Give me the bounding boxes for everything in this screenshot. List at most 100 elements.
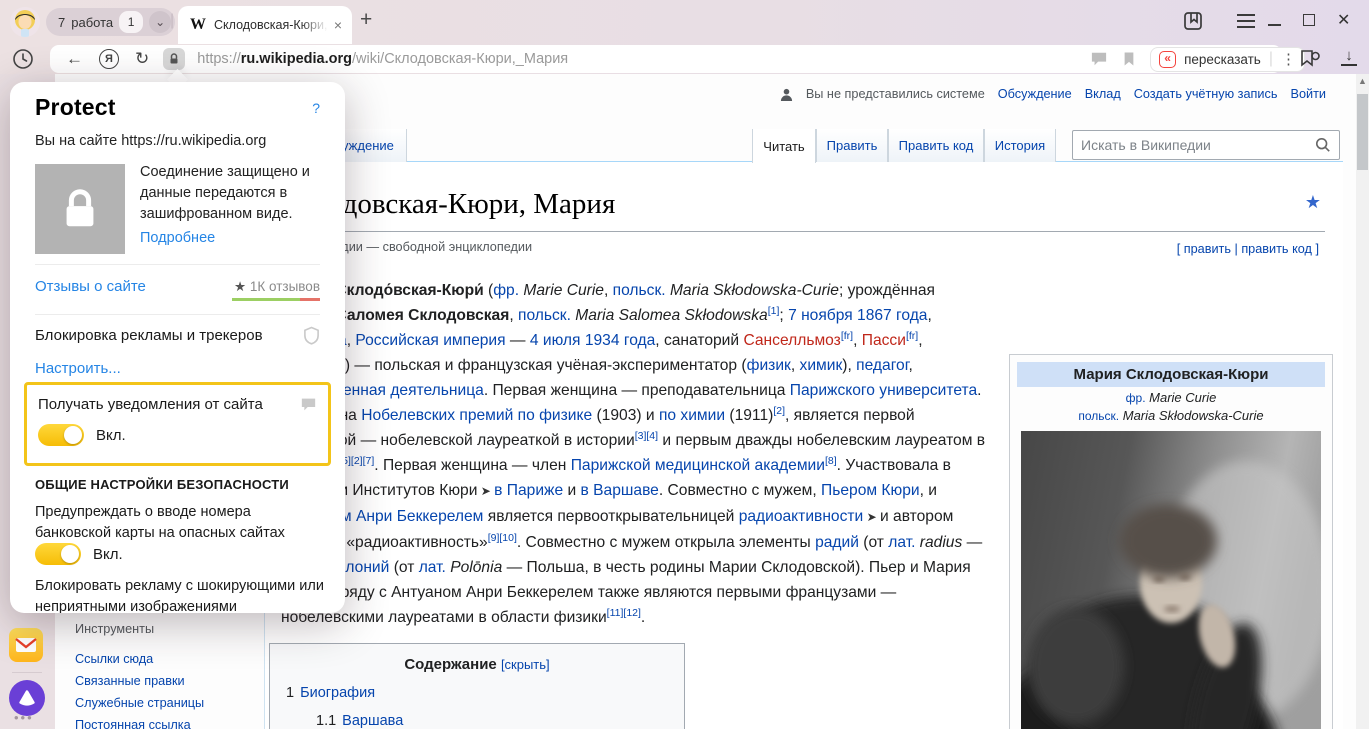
tab-edit[interactable]: Править <box>816 129 888 162</box>
more-options-icon[interactable]: ⋮ <box>1281 50 1296 68</box>
personal-bar: Вы не представились системе Обсуждение В… <box>780 87 1326 101</box>
page-title: Склодовская-Кюри, Мария <box>281 188 1325 232</box>
avatar-girl-icon <box>10 7 40 37</box>
browser-window: 7 работа 1 ⌄ | W Склодовская-Кюри, Ма × … <box>0 0 1369 729</box>
wiki-search-input[interactable] <box>1081 137 1315 153</box>
sidebar-link-special-pages[interactable]: Служебные страницы <box>75 696 245 710</box>
protect-site-line: Вы на сайте https://ru.wikipedia.org <box>35 133 266 149</box>
sidebar-divider <box>12 672 42 673</box>
infobox-french-name: фр. Marie Curie <box>1017 390 1325 405</box>
not-logged-in-text: Вы не представились системе <box>806 87 985 101</box>
yandex-home-icon[interactable]: Я <box>99 49 119 69</box>
personal-link-create-account[interactable]: Создать учётную запись <box>1134 87 1278 101</box>
bookmarks-panel-icon[interactable] <box>1183 11 1203 36</box>
protect-title: Protect <box>35 94 116 121</box>
secure-connection-text: Соединение защищено и данные передаются … <box>140 162 326 225</box>
lock-icon <box>168 53 180 65</box>
maximize-icon[interactable] <box>1303 14 1315 26</box>
tab-history[interactable]: История <box>984 129 1056 162</box>
retell-button[interactable]: « пересказать | ⋮ <box>1150 47 1305 72</box>
section-edit-links[interactable]: [ править | править код ] <box>1177 242 1319 256</box>
protect-help-link[interactable]: ? <box>312 100 320 116</box>
retell-label: пересказать <box>1184 52 1261 67</box>
url-scheme: https:// <box>197 51 241 67</box>
close-window-icon[interactable]: ✕ <box>1337 10 1350 30</box>
personal-link-login[interactable]: Войти <box>1290 87 1326 101</box>
scrollbar-up-icon[interactable]: ▲ <box>1356 74 1369 88</box>
toc-item-biography[interactable]: 1Биография <box>286 685 684 701</box>
scrollbar-thumb[interactable] <box>1357 94 1368 170</box>
tab-separator: | <box>170 12 174 30</box>
url-path: /wiki/Склодовская-Кюри,_Мария <box>352 51 568 67</box>
site-lock-badge[interactable] <box>163 48 185 70</box>
watchlist-star-icon[interactable]: ★ <box>1305 192 1321 213</box>
details-link[interactable]: Подробнее <box>140 230 215 246</box>
sidebar-link-permanent[interactable]: Постоянная ссылка <box>75 718 245 729</box>
sidebar-more-icon[interactable]: ••• <box>14 710 34 725</box>
retell-separator: | <box>1269 50 1273 68</box>
chevron-down-icon[interactable]: ⌄ <box>149 11 171 33</box>
comments-icon[interactable] <box>1090 51 1108 67</box>
infobox-title: Мария Склодовская-Кюри <box>1017 362 1325 387</box>
url-host: ru.wikipedia.org <box>241 51 352 67</box>
tab-read[interactable]: Читать <box>752 129 816 163</box>
page-scrollbar[interactable]: ▲ <box>1356 74 1369 729</box>
wiki-search-box[interactable] <box>1072 130 1340 160</box>
tab-group-badge: 1 <box>119 11 143 33</box>
reviews-rating-bar <box>232 298 320 301</box>
configure-link[interactable]: Настроить... <box>35 360 121 377</box>
address-bar-actions: « пересказать | ⋮ <box>1090 45 1305 73</box>
notifications-label: Получать уведомления от сайта <box>38 396 263 413</box>
url-text[interactable]: https://ru.wikipedia.org/wiki/Склодовска… <box>197 51 568 67</box>
tab-group-pill[interactable]: 7 работа 1 ⌄ <box>46 8 175 36</box>
wiki-tools-sidebar: Инструменты Ссылки сюда Связанные правки… <box>75 622 245 729</box>
sidebar-link-related-changes[interactable]: Связанные правки <box>75 674 245 688</box>
star-icon: ★ <box>234 279 246 294</box>
notifications-toggle[interactable] <box>38 424 84 446</box>
article-intro-paragraph: Мари́я Склодо́вская-Кюри́ (фр. Marie Cur… <box>281 278 988 630</box>
general-security-header: ОБЩИЕ НАСТРОЙКИ БЕЗОПАСНОСТИ <box>35 477 289 492</box>
minimize-icon[interactable] <box>1268 24 1281 26</box>
site-reviews-link[interactable]: Отзывы о сайте <box>35 278 146 295</box>
collections-icon[interactable] <box>1299 48 1321 73</box>
history-clock-icon[interactable] <box>12 48 34 75</box>
retell-quote-icon: « <box>1159 51 1176 68</box>
shield-icon <box>303 326 320 350</box>
mail-icon[interactable] <box>9 628 43 662</box>
menu-icon[interactable] <box>1237 14 1255 32</box>
comment-bubble-icon <box>300 397 317 417</box>
bookmark-icon[interactable] <box>1122 51 1136 67</box>
tools-header: Инструменты <box>75 622 245 644</box>
notifications-highlight-box: Получать уведомления от сайта Вкл. <box>24 382 331 466</box>
infobox: Мария Склодовская-Кюри фр. Marie Curie п… <box>1009 354 1333 729</box>
toc-header: Содержание <box>404 656 496 673</box>
new-tab-button[interactable]: + <box>360 8 372 32</box>
back-icon[interactable]: ← <box>66 49 83 69</box>
tab-title: Склодовская-Кюри, Ма <box>214 18 328 32</box>
browser-chrome: 7 работа 1 ⌄ | W Склодовская-Кюри, Ма × … <box>0 0 1369 74</box>
wikipedia-favicon: W <box>190 16 206 34</box>
tab-edit-source[interactable]: Править код <box>888 129 984 162</box>
card-warning-toggle[interactable] <box>35 543 81 565</box>
protect-panel: Protect ? Вы на сайте https://ru.wikiped… <box>10 82 345 613</box>
personal-link-contributions[interactable]: Вклад <box>1085 87 1121 101</box>
infobox-polish-name: польск. Maria Skłodowska-Curie <box>1017 408 1325 423</box>
tab-group-label: работа <box>71 15 113 30</box>
personal-link-talk[interactable]: Обсуждение <box>998 87 1072 101</box>
tab-group-count: 7 <box>58 15 65 30</box>
toc-hide-link[interactable]: [скрыть] <box>501 657 550 672</box>
download-icon[interactable]: ↓ <box>1341 47 1357 66</box>
search-icon[interactable] <box>1315 137 1331 153</box>
reviews-count: ★ 1К отзывов <box>234 279 320 295</box>
toggle-state-label: Вкл. <box>93 546 123 563</box>
divider <box>35 264 320 265</box>
close-tab-icon[interactable]: × <box>334 17 342 33</box>
toc-item-warsaw[interactable]: 1.1Варшава <box>316 713 684 729</box>
profile-avatar[interactable] <box>10 7 40 37</box>
active-tab[interactable]: W Склодовская-Кюри, Ма × <box>178 6 352 44</box>
reload-icon[interactable]: ↻ <box>135 49 149 69</box>
portrait-photo[interactable] <box>1021 431 1321 729</box>
lock-icon <box>57 186 103 232</box>
card-warning-label: Предупреждать о вводе номера банковской … <box>35 502 321 544</box>
sidebar-link-whatlinkshere[interactable]: Ссылки сюда <box>75 652 245 666</box>
